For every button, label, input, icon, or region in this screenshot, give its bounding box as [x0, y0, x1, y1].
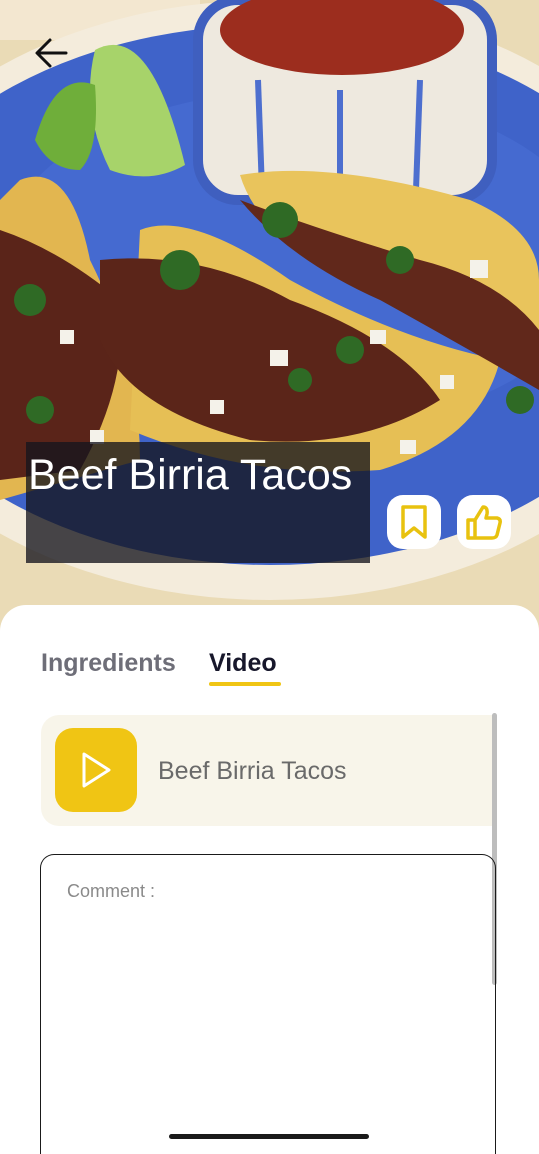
like-button[interactable]: [457, 495, 511, 549]
tab-ingredients[interactable]: Ingredients: [41, 649, 176, 678]
play-icon: [82, 752, 111, 788]
bookmark-button[interactable]: [387, 495, 441, 549]
back-button[interactable]: [28, 30, 74, 76]
recipe-title: Beef Birria Tacos: [28, 451, 353, 499]
home-indicator: [169, 1134, 369, 1139]
arrow-left-icon: [35, 38, 68, 68]
bookmark-icon: [401, 505, 427, 539]
thumbs-up-icon: [466, 505, 502, 540]
active-tab-indicator: [209, 682, 281, 686]
hero-photo: Beef Birria Tacos: [0, 0, 539, 640]
play-button[interactable]: [55, 728, 137, 812]
video-title: Beef Birria Tacos: [158, 757, 347, 785]
video-item[interactable]: Beef Birria Tacos: [41, 715, 493, 826]
tab-video[interactable]: Video: [209, 649, 277, 678]
comment-input[interactable]: [67, 881, 467, 1121]
detail-sheet: Ingredients Video Beef Birria Tacos: [0, 605, 539, 1154]
comment-box: [40, 854, 496, 1154]
